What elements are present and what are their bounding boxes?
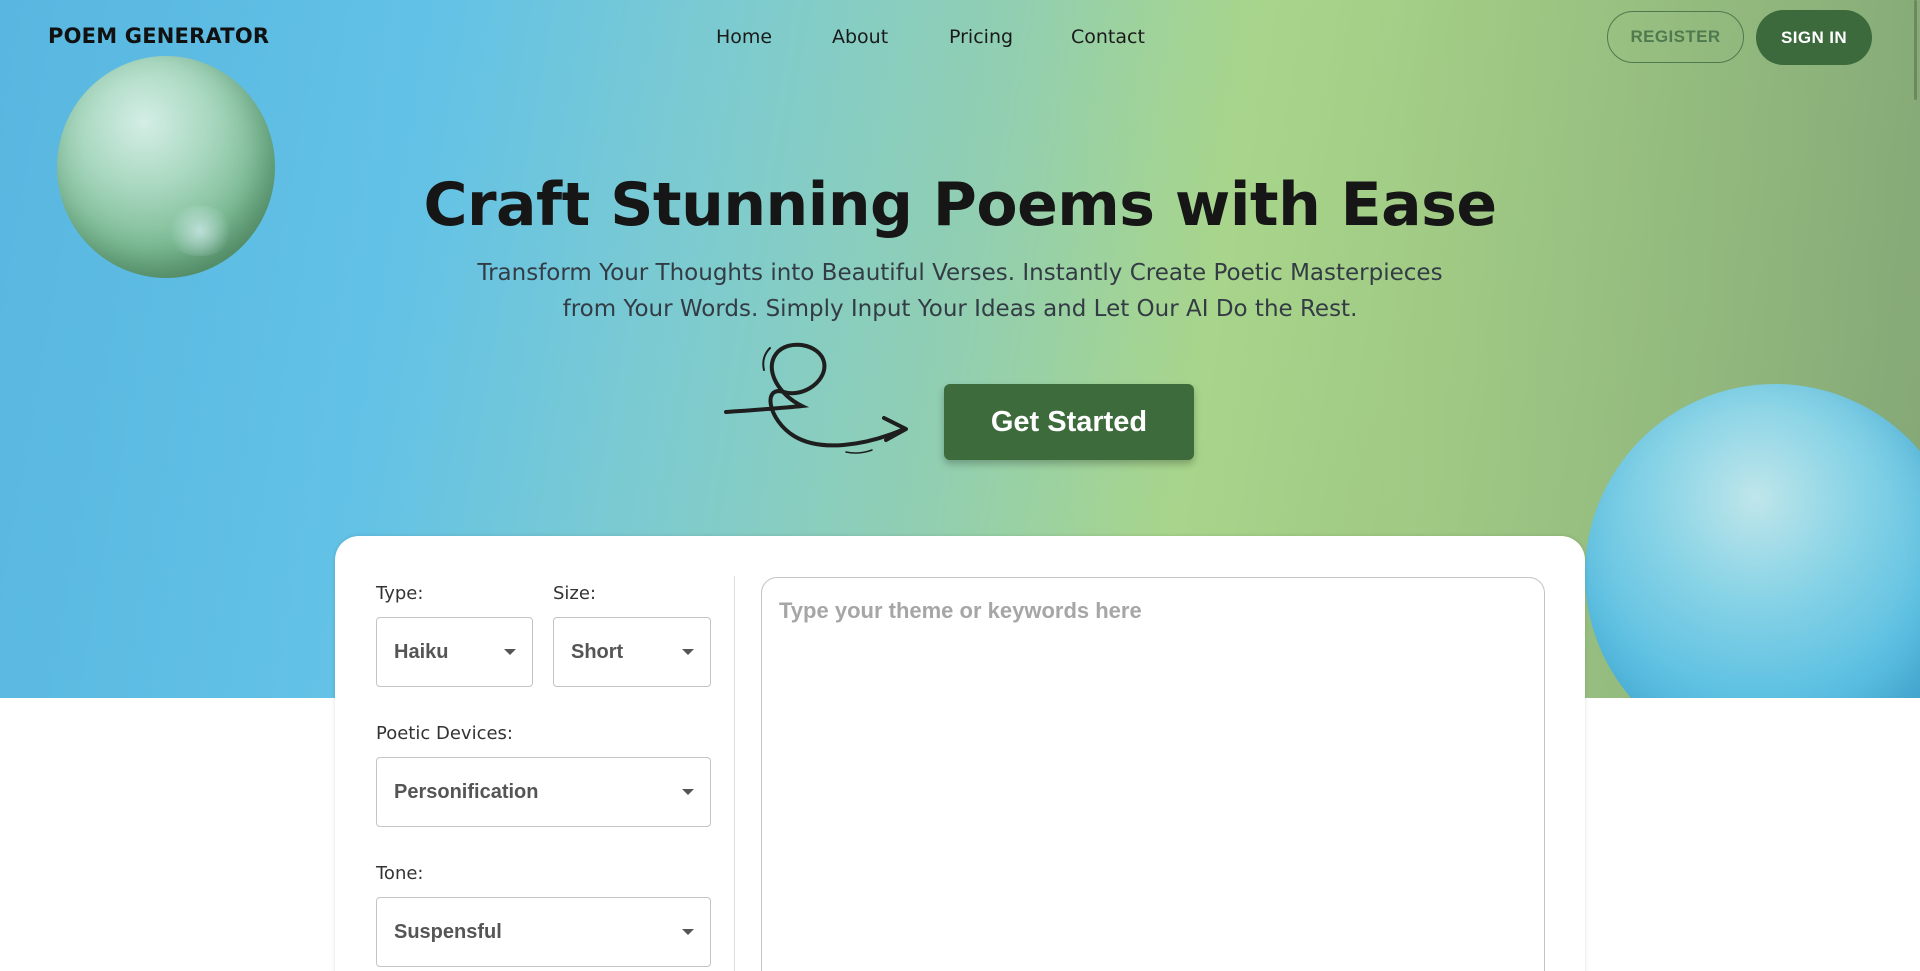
nav-link-home[interactable]: Home (716, 26, 772, 48)
sign-in-button[interactable]: SIGN IN (1756, 10, 1872, 65)
caret-down-icon (504, 649, 516, 655)
decorative-sphere-green (57, 56, 275, 278)
caret-down-icon (682, 929, 694, 935)
poetic-devices-select[interactable]: Personification (376, 757, 711, 827)
nav-link-contact[interactable]: Contact (1071, 26, 1145, 48)
poem-generator-panel: Type: Haiku Size: Short Poetic Devices: … (335, 536, 1585, 971)
tone-select[interactable]: Suspensful (376, 897, 711, 967)
get-started-button[interactable]: Get Started (944, 384, 1194, 460)
nav-link-about[interactable]: About (832, 26, 888, 48)
size-select-value: Short (571, 640, 624, 663)
hero-title: Craft Stunning Poems with Ease (423, 170, 1497, 240)
type-select[interactable]: Haiku (376, 617, 533, 687)
size-select[interactable]: Short (553, 617, 711, 687)
type-select-value: Haiku (394, 640, 449, 663)
tone-label: Tone: (376, 863, 424, 884)
caret-down-icon (682, 789, 694, 795)
poetic-devices-label: Poetic Devices: (376, 723, 513, 744)
nav-link-pricing[interactable]: Pricing (949, 26, 1013, 48)
panel-divider (734, 576, 735, 971)
hero-subtitle: Transform Your Thoughts into Beautiful V… (477, 260, 1443, 322)
type-label: Type: (376, 583, 424, 604)
caret-down-icon (682, 649, 694, 655)
swirl-arrow-icon (724, 342, 908, 454)
tone-select-value: Suspensful (394, 920, 502, 943)
page-scrollbar[interactable] (1914, 0, 1917, 100)
size-label: Size: (553, 583, 597, 604)
register-button[interactable]: REGISTER (1607, 11, 1744, 63)
theme-keywords-input[interactable] (761, 577, 1545, 971)
poetic-devices-select-value: Personification (394, 780, 539, 803)
